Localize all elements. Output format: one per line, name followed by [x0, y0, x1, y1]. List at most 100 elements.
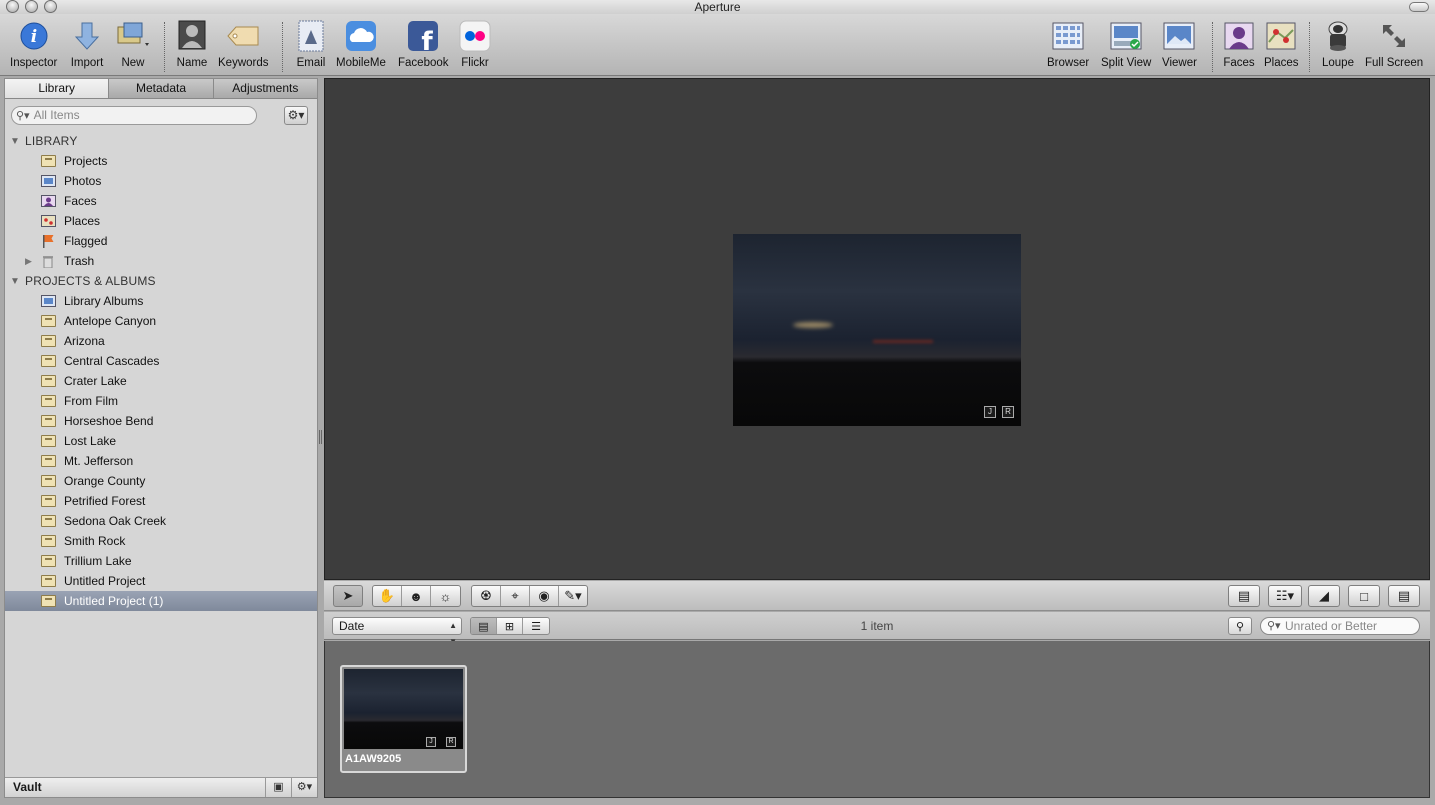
browser-layout-button[interactable]: Browser: [1047, 20, 1089, 69]
overlay-menu-button[interactable]: ☷▾: [1268, 585, 1302, 607]
multi-view-icon: ▤: [1397, 588, 1411, 603]
full-screen-button[interactable]: Full Screen: [1365, 20, 1423, 69]
sidebar-item-project[interactable]: Mt. Jefferson: [5, 451, 317, 471]
sidebar-item-project-selected[interactable]: Untitled Project (1): [5, 591, 317, 611]
filter-hud-button[interactable]: ⚲: [1228, 617, 1252, 635]
toolbar-toggle-button[interactable]: [1409, 2, 1429, 12]
places-icon: [40, 214, 56, 228]
straighten-icon: ♼: [480, 588, 492, 603]
name-button[interactable]: Name: [175, 20, 209, 69]
split-view-button[interactable]: Split View: [1101, 20, 1151, 69]
split-view-icon: [1109, 20, 1143, 52]
vault-action-button[interactable]: ⚙▾: [291, 778, 317, 797]
projects-section-header[interactable]: ▼ PROJECTS & ALBUMS: [5, 271, 317, 291]
project-icon: [40, 394, 56, 408]
multi-view-button[interactable]: ▤: [1388, 585, 1420, 607]
sidebar-item-project[interactable]: Horseshoe Bend: [5, 411, 317, 431]
loupe-button[interactable]: Loupe: [1321, 20, 1355, 69]
import-button[interactable]: Import: [70, 20, 104, 69]
sidebar-item-photos[interactable]: Photos: [5, 171, 317, 191]
flag-icon: [40, 234, 56, 248]
full-screen-arrows-icon: [1377, 20, 1411, 52]
tab-metadata[interactable]: Metadata: [109, 79, 214, 98]
edit-tools-group: ♼ ⌖ ◉ ✎▾: [471, 585, 588, 607]
red-eye-tool-button[interactable]: ◉: [530, 586, 559, 606]
library-action-button[interactable]: ⚙▾: [284, 105, 308, 125]
lift-tool-button[interactable]: ✋: [373, 586, 402, 606]
trash-icon: [40, 254, 56, 268]
library-section-header[interactable]: ▼ LIBRARY: [5, 131, 317, 151]
inspector-button[interactable]: i Inspector: [10, 20, 57, 69]
sidebar-item-places[interactable]: Places: [5, 211, 317, 231]
close-window-button[interactable]: [6, 0, 19, 13]
sort-select[interactable]: Date ▲▼: [332, 617, 462, 646]
single-view-button[interactable]: □: [1348, 585, 1380, 607]
facebook-icon: f: [406, 20, 440, 52]
straighten-tool-button[interactable]: ♼: [472, 586, 501, 606]
zoom-window-button[interactable]: [44, 0, 57, 13]
tab-library[interactable]: Library: [5, 79, 110, 98]
mobileme-button[interactable]: MobileMe: [336, 20, 386, 69]
faces-icon: [1222, 20, 1256, 52]
sunset-glow: [793, 322, 833, 328]
faces-button[interactable]: Faces: [1222, 20, 1256, 69]
crop-tool-button[interactable]: ⌖: [501, 586, 530, 606]
toolbar-separator: [164, 22, 165, 72]
grid-view-icon: ⊞: [504, 620, 515, 633]
sidebar-item-project[interactable]: Crater Lake: [5, 371, 317, 391]
sidebar-item-project[interactable]: Antelope Canyon: [5, 311, 317, 331]
sidebar-item-project[interactable]: Trillium Lake: [5, 551, 317, 571]
flickr-button[interactable]: Flickr: [458, 20, 492, 69]
viewer-layout-button[interactable]: Viewer: [1162, 20, 1197, 69]
places-button[interactable]: Places: [1264, 20, 1299, 69]
vault-update-button[interactable]: ▣: [265, 778, 291, 797]
rotate-button[interactable]: ◢: [1308, 585, 1340, 607]
show-viewer-button[interactable]: ▤: [1228, 585, 1260, 607]
sidebar-item-project[interactable]: Central Cascades: [5, 351, 317, 371]
sidebar-item-project[interactable]: Sedona Oak Creek: [5, 511, 317, 531]
panel-resize-handle[interactable]: [319, 430, 322, 444]
selection-tool-button[interactable]: ➤: [333, 585, 363, 607]
sidebar-item-project[interactable]: Smith Rock: [5, 531, 317, 551]
sidebar-item-trash[interactable]: ▶ Trash: [5, 251, 317, 271]
filmstrip-view-button[interactable]: ▤: [471, 618, 497, 634]
image-viewer: J R: [324, 78, 1430, 580]
arrow-pointer-icon: ➤: [342, 588, 354, 603]
sidebar-item-projects[interactable]: Projects: [5, 151, 317, 171]
project-icon: [40, 554, 56, 568]
new-button[interactable]: New: [116, 20, 150, 69]
sidebar-item-flagged[interactable]: Flagged: [5, 231, 317, 251]
project-icon: [40, 314, 56, 328]
sidebar-item-project[interactable]: Untitled Project: [5, 571, 317, 591]
sidebar-item-faces[interactable]: Faces: [5, 191, 317, 211]
list-view-button[interactable]: ☰: [523, 618, 549, 634]
sidebar-item-project[interactable]: Arizona: [5, 331, 317, 351]
email-button[interactable]: Email: [294, 20, 328, 69]
batch-stamp-button[interactable]: ☼: [431, 586, 460, 606]
sidebar-item-project[interactable]: Petrified Forest: [5, 491, 317, 511]
sidebar-item-project[interactable]: Orange County: [5, 471, 317, 491]
brush-tool-button[interactable]: ✎▾: [559, 586, 587, 606]
stamp-tool-button[interactable]: ☻: [402, 586, 431, 606]
sidebar-item-project[interactable]: From Film: [5, 391, 317, 411]
thumbnail-item[interactable]: J R A1AW9205: [340, 665, 467, 773]
library-search-input[interactable]: ⚲▾ All Items: [11, 105, 257, 125]
gear-icon: ⚙▾: [287, 108, 305, 122]
minimize-window-button[interactable]: [25, 0, 38, 13]
viewer-photo[interactable]: J R: [733, 234, 1021, 426]
batch-stamp-icon: ☼: [439, 588, 452, 604]
tab-adjustments[interactable]: Adjustments: [214, 79, 317, 98]
filter-magnifier-icon: ⚲: [1235, 620, 1245, 633]
disclosure-triangle-icon[interactable]: ▶: [25, 256, 32, 267]
sidebar-item-project[interactable]: Lost Lake: [5, 431, 317, 451]
facebook-button[interactable]: f Facebook: [398, 20, 449, 69]
project-icon: [40, 414, 56, 428]
disclosure-triangle-icon: ▼: [9, 135, 21, 147]
library-albums-icon: [40, 294, 56, 308]
keywords-button[interactable]: Keywords: [218, 20, 269, 69]
project-icon: [40, 374, 56, 388]
sidebar-item-library-albums[interactable]: Library Albums: [5, 291, 317, 311]
grid-view-button[interactable]: ⊞: [497, 618, 523, 634]
toolbar-separator: [1309, 22, 1310, 72]
rating-filter-input[interactable]: ⚲▾ Unrated or Better: [1260, 617, 1420, 635]
